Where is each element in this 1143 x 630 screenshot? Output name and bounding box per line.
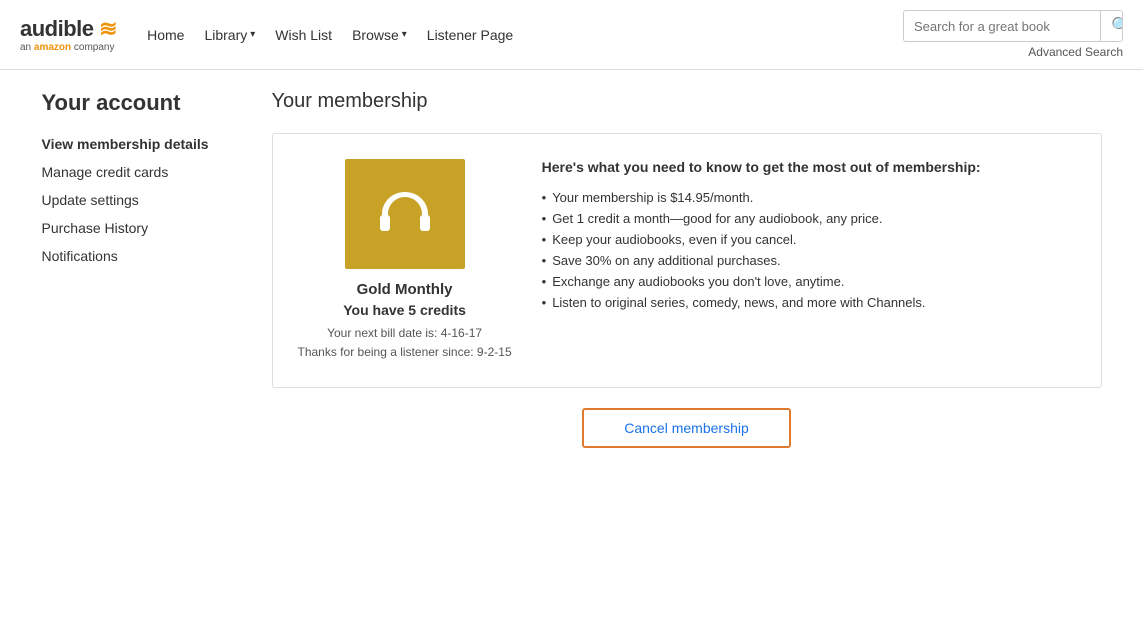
logo-wing-icon: ≋	[99, 16, 117, 41]
benefit-item: Get 1 credit a month—good for any audiob…	[542, 208, 1076, 229]
benefit-item: Keep your audiobooks, even if you cancel…	[542, 229, 1076, 250]
sidebar-item-notifications[interactable]: Notifications	[42, 248, 212, 264]
credits-count: You have 5 credits	[343, 302, 466, 318]
membership-card: Gold Monthly You have 5 credits Your nex…	[272, 133, 1102, 388]
nav-library-dropdown[interactable]: Library ▾	[204, 27, 255, 43]
logo-tagline: an amazon company	[20, 42, 117, 53]
page-title: Your account	[42, 90, 212, 116]
section-title: Your membership	[272, 90, 1102, 113]
sidebar-item-membership[interactable]: View membership details	[42, 136, 212, 152]
nav-listener-page[interactable]: Listener Page	[427, 27, 513, 43]
sidebar-link-settings[interactable]: Update settings	[42, 192, 139, 208]
sidebar-link-credit-cards[interactable]: Manage credit cards	[42, 164, 169, 180]
plan-name: Gold Monthly	[357, 281, 453, 298]
search-button[interactable]: 🔍	[1100, 11, 1123, 41]
logo: audible ≋	[20, 16, 117, 42]
cancel-membership-button[interactable]: Cancel membership	[582, 408, 791, 448]
membership-right: Here's what you need to know to get the …	[542, 159, 1076, 313]
billing-info: Your next bill date is: 4-16-17 Thanks f…	[298, 324, 512, 362]
benefits-list: Your membership is $14.95/month. Get 1 c…	[542, 187, 1076, 313]
chevron-down-icon: ▾	[250, 29, 255, 40]
nav-home[interactable]: Home	[147, 27, 184, 43]
main-content: Your membership Gold Monthly You have 5 …	[232, 90, 1102, 448]
nav-browse[interactable]: Browse	[352, 27, 399, 43]
logo-area: audible ≋ an amazon company	[20, 16, 117, 53]
sidebar-link-membership[interactable]: View membership details	[42, 136, 209, 152]
search-input[interactable]	[904, 13, 1100, 40]
main-container: Your account View membership details Man…	[22, 70, 1122, 468]
membership-left: Gold Monthly You have 5 credits Your nex…	[298, 159, 512, 362]
sidebar-link-notifications[interactable]: Notifications	[42, 248, 118, 264]
sidebar-link-history[interactable]: Purchase History	[42, 220, 149, 236]
search-box: 🔍	[903, 10, 1123, 42]
listener-since: Thanks for being a listener since: 9-2-1…	[298, 343, 512, 362]
sidebar: Your account View membership details Man…	[42, 90, 232, 448]
nav-library[interactable]: Library	[204, 27, 247, 43]
membership-intro: Here's what you need to know to get the …	[542, 159, 1076, 175]
benefit-item: Exchange any audiobooks you don't love, …	[542, 271, 1076, 292]
logo-brand: audible	[20, 16, 94, 41]
benefit-item: Save 30% on any additional purchases.	[542, 250, 1076, 271]
sidebar-nav: View membership details Manage credit ca…	[42, 136, 212, 264]
audible-headphone-icon	[375, 187, 435, 242]
nav-browse-dropdown[interactable]: Browse ▾	[352, 27, 407, 43]
sidebar-item-settings[interactable]: Update settings	[42, 192, 212, 208]
header: audible ≋ an amazon company Home Library…	[0, 0, 1143, 70]
sidebar-item-history[interactable]: Purchase History	[42, 220, 212, 236]
audible-logo-box	[345, 159, 465, 269]
cancel-area: Cancel membership	[272, 408, 1102, 448]
benefit-item: Listen to original series, comedy, news,…	[542, 292, 1076, 313]
nav-wishlist[interactable]: Wish List	[275, 27, 332, 43]
chevron-down-icon-2: ▾	[402, 29, 407, 40]
advanced-search-link[interactable]: Advanced Search	[1028, 45, 1123, 59]
benefit-item: Your membership is $14.95/month.	[542, 187, 1076, 208]
search-area: 🔍 Advanced Search	[903, 10, 1123, 59]
main-nav: Home Library ▾ Wish List Browse ▾ Listen…	[147, 27, 903, 43]
next-bill-date: Your next bill date is: 4-16-17	[298, 324, 512, 343]
sidebar-item-credit-cards[interactable]: Manage credit cards	[42, 164, 212, 180]
